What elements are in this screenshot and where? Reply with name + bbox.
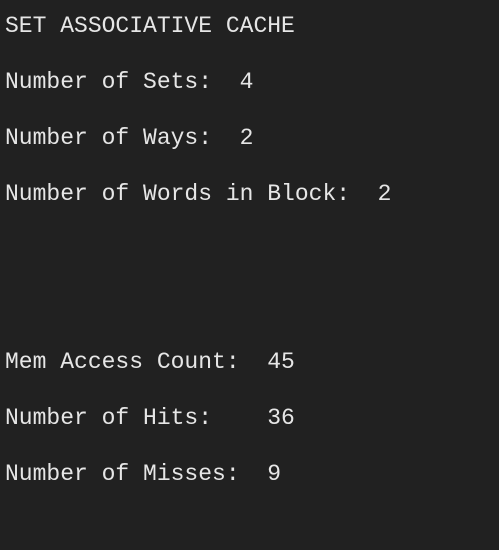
words-in-block-value: 2 [377,181,392,207]
sets-row: Number of Sets: 4 [5,68,253,96]
words-in-block-label: Number of Words in Block: [5,181,378,207]
ways-label: Number of Ways: [5,125,240,151]
cache-title: SET ASSOCIATIVE CACHE [5,13,295,39]
mem-access-value: 45 [267,349,295,375]
sets-label: Number of Sets: [5,69,240,95]
hits-label: Number of Hits: [5,405,268,431]
words-in-block-row: Number of Words in Block: 2 [5,180,391,208]
misses-row: Number of Misses: 9 [5,460,281,488]
hits-value: 36 [267,405,295,431]
hits-row: Number of Hits: 36 [5,404,295,432]
ways-row: Number of Ways: 2 [5,124,253,152]
misses-value: 9 [267,461,282,487]
sets-value: 4 [239,69,254,95]
ways-value: 2 [239,125,254,151]
mem-access-row: Mem Access Count: 45 [5,348,295,376]
console-output: SET ASSOCIATIVE CACHE Number of Sets: 4 … [0,0,499,550]
misses-label: Number of Misses: [5,461,268,487]
mem-access-label: Mem Access Count: [5,349,268,375]
